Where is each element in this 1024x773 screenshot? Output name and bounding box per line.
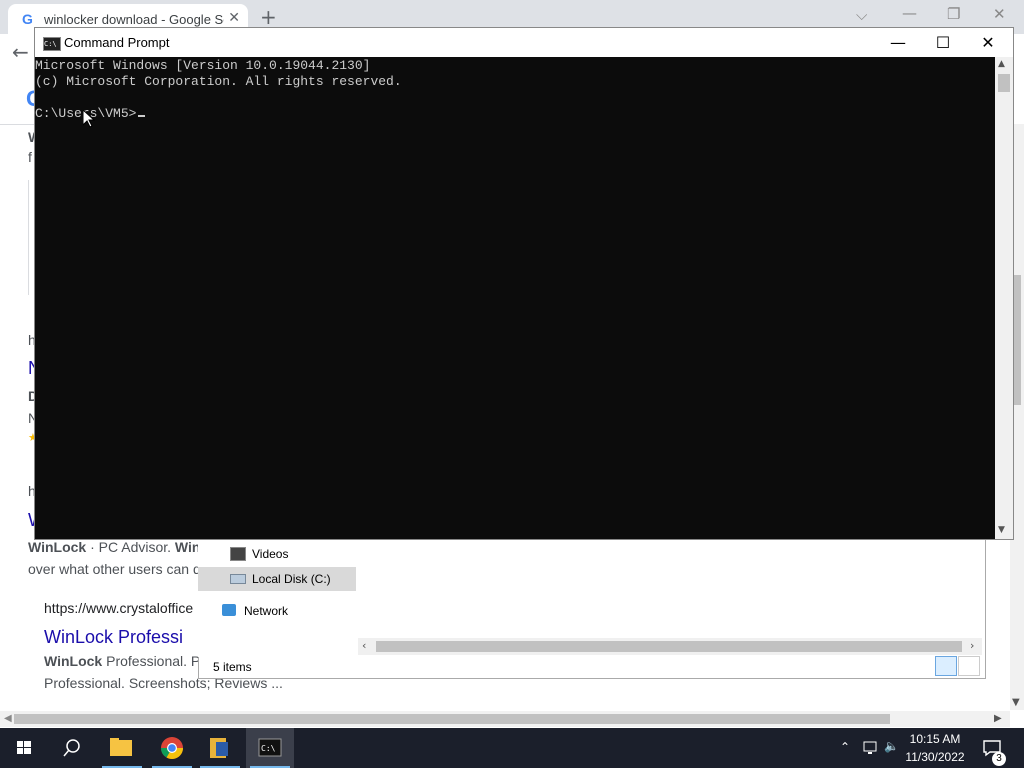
new-tab-button[interactable]: + [260, 5, 277, 29]
windows-logo-icon [17, 741, 31, 754]
cmd-icon: C:\ [258, 738, 282, 757]
nav-item-local-disk[interactable]: Local Disk (C:) [198, 567, 356, 591]
cmd-minimize-button[interactable]: — [875, 30, 921, 56]
clock-time[interactable]: 10:15 AM [900, 732, 970, 746]
explorer-scroll-left-icon[interactable]: ‹ [362, 639, 366, 652]
chrome-icon [161, 737, 183, 759]
taskbar-file-explorer[interactable] [98, 728, 146, 768]
cmd-window-title: Command Prompt [64, 35, 170, 50]
google-favicon-icon: G [22, 11, 33, 27]
chrome-minimize-button[interactable]: — [902, 4, 917, 22]
result-url[interactable]: https://www.crystaloffice [44, 600, 193, 616]
cmd-scroll-up-icon[interactable]: ▲ [998, 59, 1005, 69]
result-snippet: WinLock · PC Advisor. WinL [28, 539, 209, 555]
volume-icon[interactable]: 🔈 [884, 739, 899, 753]
command-prompt-window: C:\ Command Prompt — ☐ ✕ Microsoft Windo… [34, 27, 1014, 540]
scroll-down-arrow-icon[interactable]: ▼ [1012, 697, 1020, 708]
start-button[interactable] [0, 728, 48, 768]
cmd-console-area[interactable]: Microsoft Windows [Version 10.0.19044.21… [35, 57, 995, 539]
result-snippet: over what other users can d [28, 561, 201, 577]
chrome-restore-button[interactable]: ❐ [947, 5, 960, 23]
cmd-title-bar[interactable]: C:\ Command Prompt — ☐ ✕ [35, 28, 1013, 57]
app-icon [210, 738, 228, 758]
explorer-scroll-thumb[interactable] [376, 641, 962, 652]
text-cursor [138, 115, 146, 117]
tray-chevron-icon[interactable]: ⌃ [840, 740, 850, 754]
tab-title: winlocker download - Google Se [44, 12, 224, 27]
tab-close-icon[interactable]: ✕ [228, 10, 240, 26]
chrome-close-button[interactable]: ✕ [993, 5, 1006, 23]
nav-item-network[interactable]: Network [198, 599, 356, 623]
nav-item-label: Videos [252, 547, 289, 561]
network-icon [222, 604, 236, 616]
scroll-left-arrow-icon[interactable]: ◀ [4, 713, 12, 724]
back-button[interactable]: ← [12, 40, 29, 64]
cmd-vertical-scrollbar[interactable] [995, 57, 1013, 539]
result-fragment: f [28, 149, 32, 165]
chrome-vertical-scroll-thumb[interactable] [1013, 275, 1021, 405]
nav-item-videos[interactable]: Videos [198, 542, 356, 566]
taskbar-chrome[interactable] [148, 728, 196, 768]
explorer-status-items: 5 items [213, 660, 252, 674]
mouse-pointer-icon [83, 110, 95, 128]
network-status-icon[interactable] [862, 740, 880, 756]
nav-item-label: Network [244, 604, 289, 618]
folder-icon [110, 738, 132, 756]
video-folder-icon [230, 547, 246, 561]
result-title-link[interactable]: WinLock Professi [44, 627, 183, 648]
cmd-app-icon: C:\ [43, 37, 61, 51]
nav-item-label: Local Disk (C:) [252, 572, 331, 586]
taskbar-app[interactable] [196, 728, 244, 768]
cmd-close-button[interactable]: ✕ [965, 30, 1011, 56]
clock-date[interactable]: 11/30/2022 [900, 750, 970, 764]
snippet-bold: WinLock [28, 539, 87, 555]
console-line: Microsoft Windows [Version 10.0.19044.21… [35, 58, 371, 73]
cmd-scroll-down-icon[interactable]: ▼ [998, 525, 1005, 535]
chrome-horizontal-scroll-thumb[interactable] [14, 714, 890, 724]
taskbar: C:\ ⌃ 🔈 [0, 728, 1024, 768]
taskbar-command-prompt[interactable]: C:\ [246, 728, 294, 768]
snippet-text: Professional. Pr [102, 653, 205, 669]
snippet-bold: WinLock [44, 653, 103, 669]
explorer-scroll-right-icon[interactable]: › [970, 639, 974, 652]
search-button[interactable] [48, 728, 96, 768]
tab-search-icon[interactable]: ⌵ [856, 6, 867, 24]
console-line: (c) Microsoft Corporation. All rights re… [35, 74, 402, 89]
cmd-maximize-button[interactable]: ☐ [920, 30, 966, 56]
snippet-text: · PC Advisor. [86, 539, 175, 555]
explorer-nav-pane: Videos Local Disk (C:) Network [198, 537, 356, 657]
notification-badge: 3 [992, 752, 1006, 766]
scroll-right-arrow-icon[interactable]: ▶ [994, 713, 1002, 724]
large-icons-view-icon[interactable] [958, 656, 980, 676]
drive-icon [230, 574, 246, 584]
details-view-icon[interactable] [935, 656, 957, 676]
search-icon [63, 739, 80, 757]
result-snippet: WinLock Professional. Pr [44, 653, 205, 669]
svg-text:C:\: C:\ [261, 744, 276, 753]
cmd-scroll-thumb[interactable] [998, 74, 1010, 92]
